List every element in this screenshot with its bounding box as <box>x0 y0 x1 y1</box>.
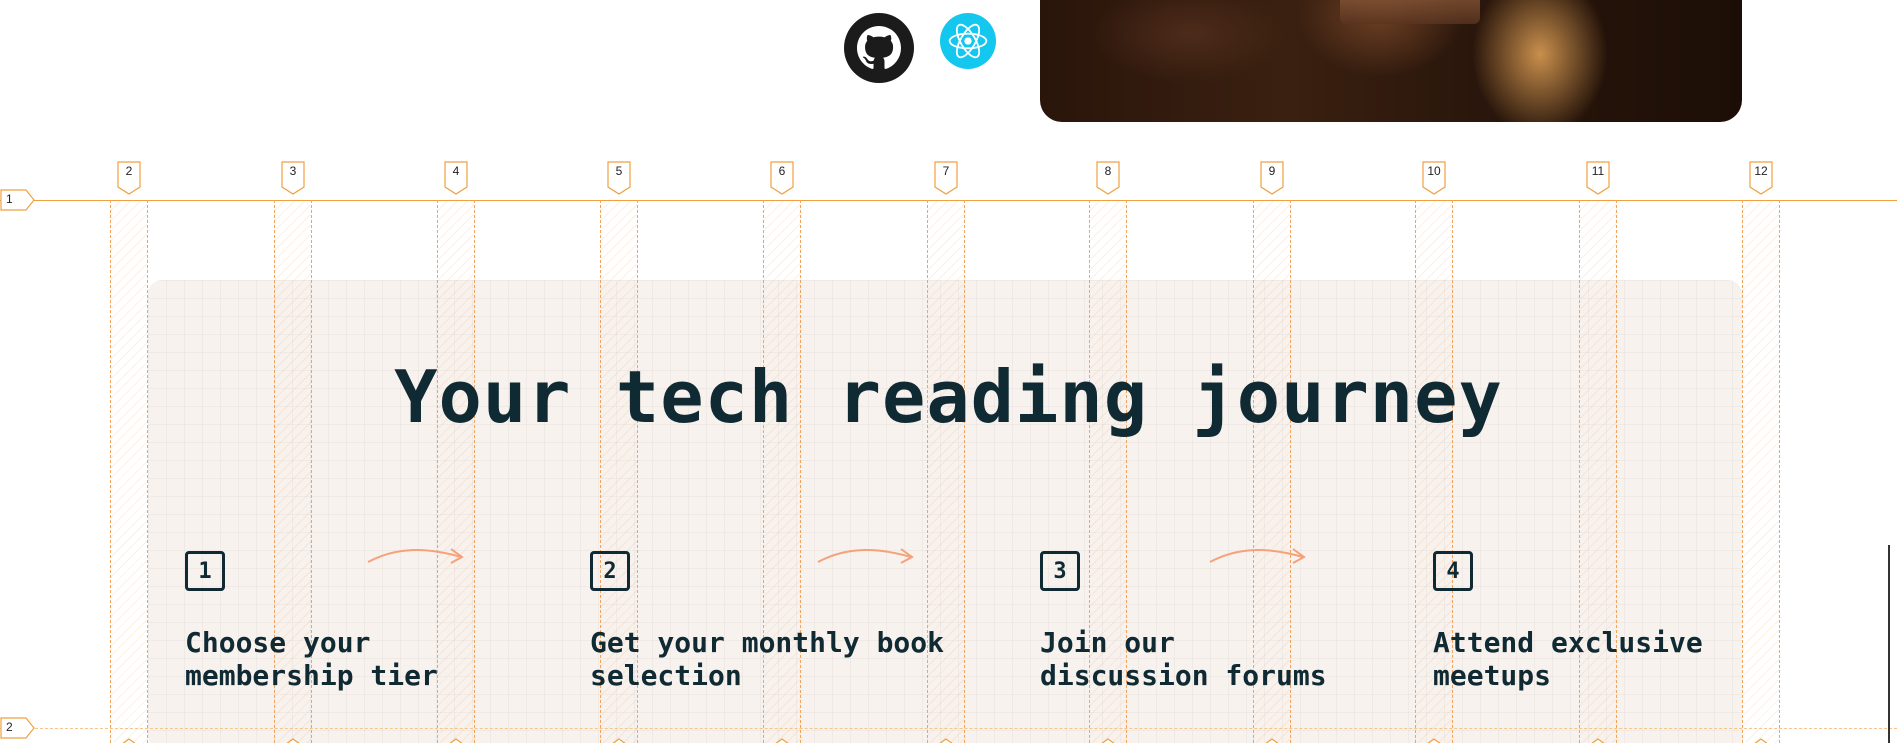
column-tag-12: 12 <box>1749 161 1773 195</box>
column-tag-5: 5 <box>607 161 631 195</box>
step-text-4-line2: meetups <box>1433 659 1552 692</box>
column-tag-7: 7 <box>934 161 958 195</box>
column-tag-4: 4 <box>444 161 468 195</box>
column-bottom-tag-8 <box>1096 733 1120 743</box>
row-tag-2: 2 <box>0 717 36 739</box>
column-tag-6: 6 <box>770 161 794 195</box>
column-tag-3: 3 <box>281 161 305 195</box>
column-tag-9: 9 <box>1260 161 1284 195</box>
column-tag-label: 12 <box>1754 164 1768 178</box>
column-tag-label: 2 <box>125 164 133 178</box>
github-icon[interactable] <box>844 13 914 83</box>
column-bottom-tag-9 <box>1260 733 1284 743</box>
github-mark-icon <box>857 26 901 69</box>
column-tag-label: 3 <box>289 164 297 178</box>
step-number-4: 4 <box>1433 551 1473 591</box>
step-text-1-line2: membership tier <box>185 659 438 692</box>
grid-column-band-2 <box>110 200 148 743</box>
curved-arrow-icon <box>817 548 914 564</box>
step-text-2-line2: selection <box>590 659 742 692</box>
step-text-1: Choose your membership tier <box>185 626 545 692</box>
column-tag-8: 8 <box>1096 161 1120 195</box>
hero-photo <box>1040 0 1742 122</box>
column-tag-label: 9 <box>1268 164 1276 178</box>
step-text-3-line1: Join our <box>1040 626 1175 659</box>
row-tag-1: 1 <box>0 189 36 211</box>
step-number-2: 2 <box>590 551 630 591</box>
column-tag-11: 11 <box>1586 161 1610 195</box>
scrollbar[interactable] <box>1888 545 1890 743</box>
column-tag-label: 10 <box>1427 164 1441 178</box>
column-tag-label: 5 <box>615 164 623 178</box>
step-text-4-line1: Attend exclusive <box>1433 626 1703 659</box>
step-text-2: Get your monthly book selection <box>590 626 1010 692</box>
column-bottom-tag-5 <box>607 733 631 743</box>
column-bottom-tag-10 <box>1422 733 1446 743</box>
column-bottom-tag-6 <box>770 733 794 743</box>
column-tag-label: 6 <box>778 164 786 178</box>
curved-arrow-icon <box>1209 548 1306 564</box>
photo-detail <box>1340 0 1480 24</box>
step-text-3: Join our discussion forums <box>1040 626 1400 692</box>
step-text-3-line2: discussion forums <box>1040 659 1327 692</box>
column-bottom-tag-7 <box>934 733 958 743</box>
column-bottom-tag-3 <box>281 733 305 743</box>
column-bottom-tag-2 <box>117 733 141 743</box>
column-tag-label: 7 <box>942 164 950 178</box>
step-text-1-line1: Choose your <box>185 626 371 659</box>
column-tag-10: 10 <box>1422 161 1446 195</box>
react-icon[interactable] <box>940 13 996 69</box>
column-tag-label: 4 <box>452 164 460 178</box>
curved-arrow-icon <box>367 548 464 564</box>
column-tag-2: 2 <box>117 161 141 195</box>
column-tag-label: 11 <box>1591 164 1605 178</box>
column-tag-label: 8 <box>1104 164 1112 178</box>
react-atom-icon <box>948 23 988 59</box>
step-number-1: 1 <box>185 551 225 591</box>
column-bottom-tag-12 <box>1749 733 1773 743</box>
step-number-3: 3 <box>1040 551 1080 591</box>
column-bottom-tag-4 <box>444 733 468 743</box>
step-text-4: Attend exclusive meetups <box>1433 626 1793 692</box>
section-title: Your tech reading journey <box>394 355 1503 439</box>
step-text-2-line1: Get your monthly book <box>590 626 945 659</box>
column-bottom-tag-11 <box>1586 733 1610 743</box>
